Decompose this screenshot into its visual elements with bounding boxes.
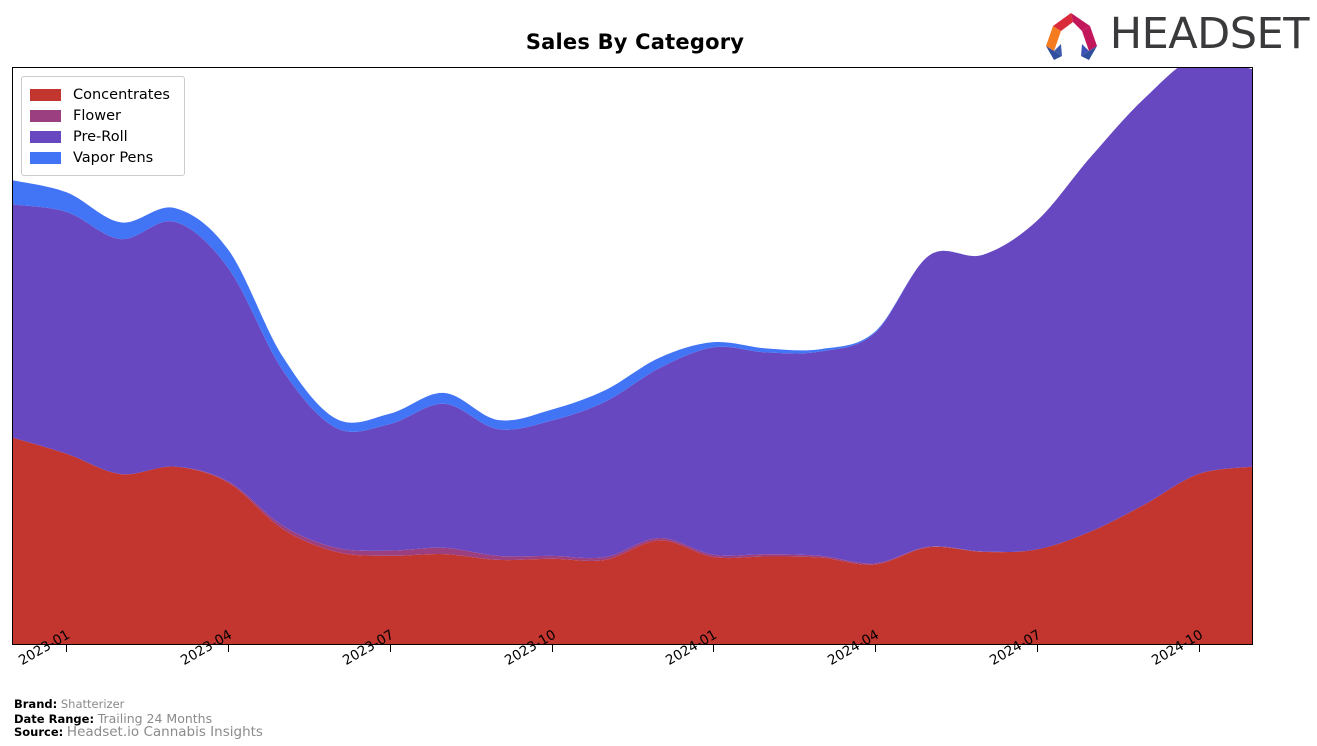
x-axis-tick-mark: [65, 645, 67, 652]
footnote-source: Source: Headset.io Cannabis Insights: [14, 724, 263, 740]
legend-item-pre-roll[interactable]: Pre-Roll: [30, 126, 170, 147]
stacked-area-chart: [13, 68, 1252, 644]
x-axis: 2023-01 2023-04 2023-07 2023-10 2024-01 2024-…: [12, 627, 1253, 705]
headset-logo: HEADSET: [1042, 8, 1310, 60]
x-axis-tick-mark: [1199, 645, 1201, 652]
footnote-brand-key: Brand:: [14, 697, 58, 711]
headset-logo-text: HEADSET: [1109, 8, 1310, 59]
chart-plot-area: Concentrates Flower Pre-Roll Vapor Pens: [12, 67, 1253, 645]
legend-swatch-concentrates: [30, 88, 61, 101]
chart-legend: Concentrates Flower Pre-Roll Vapor Pens: [21, 76, 185, 176]
footnote-brand: Brand: Shatterizer: [14, 697, 263, 712]
legend-item-flower[interactable]: Flower: [30, 105, 170, 126]
x-axis-tick-mark: [875, 645, 877, 652]
chart-footnote: Brand: Shatterizer Date Range: Trailing …: [14, 697, 263, 740]
area-series-group: [13, 68, 1252, 644]
x-axis-tick-mark: [1037, 645, 1039, 652]
legend-label-pre-roll: Pre-Roll: [73, 128, 128, 145]
legend-label-concentrates: Concentrates: [73, 86, 170, 103]
x-axis-tick-mark: [713, 645, 715, 652]
legend-item-vapor-pens[interactable]: Vapor Pens: [30, 147, 170, 168]
legend-label-vapor-pens: Vapor Pens: [73, 149, 154, 166]
x-axis-tick-mark: [551, 645, 553, 652]
legend-label-flower: Flower: [73, 107, 121, 124]
footnote-brand-value: Shatterizer: [60, 697, 125, 711]
legend-swatch-pre-roll: [30, 130, 61, 143]
x-axis-tick-mark: [389, 645, 391, 652]
headset-logo-mark: [1045, 13, 1097, 60]
legend-swatch-flower: [30, 109, 61, 122]
x-axis-tick-mark: [227, 645, 229, 652]
footnote-source-value: Headset.io Cannabis Insights: [66, 724, 263, 740]
footnote-source-key: Source:: [14, 725, 64, 739]
legend-item-concentrates[interactable]: Concentrates: [30, 84, 170, 105]
legend-swatch-vapor-pens: [30, 151, 61, 164]
